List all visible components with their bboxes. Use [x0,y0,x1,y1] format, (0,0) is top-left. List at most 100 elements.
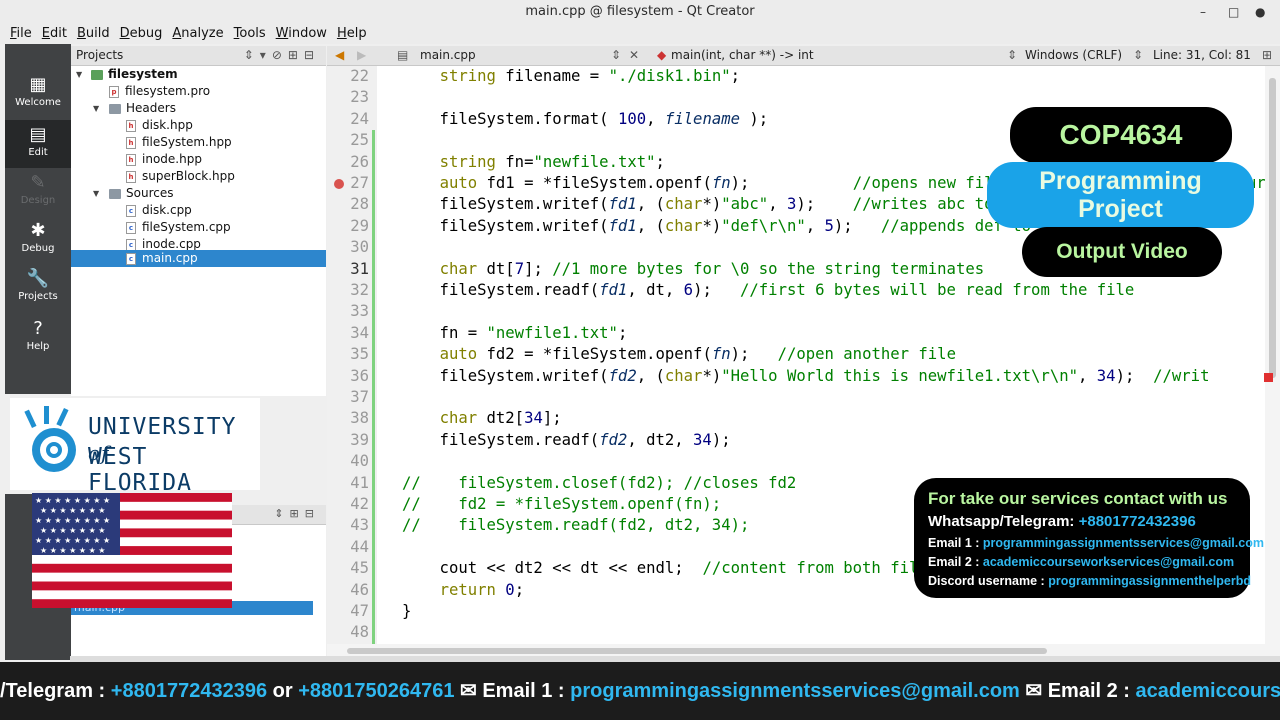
mode-edit[interactable]: ▤ Edit [5,120,71,168]
line-number: 45 [350,559,369,578]
menu-edit[interactable]: Edit [37,24,72,44]
email2-row: Email 2 : academiccourseworkservices@gma… [928,553,1250,572]
code-line[interactable]: 22 string filename = "./disk1.bin"; [327,66,1265,87]
whatsapp-row: Whatsapp/Telegram: +8801772432396 [928,510,1250,534]
code-line[interactable]: 32 fileSystem.readf(fd1, dt, 6); //first… [327,280,1265,301]
minimize-icon[interactable]: – [1200,0,1206,24]
file-name: filesystem.pro [125,84,211,98]
mode-help[interactable]: ? Help [5,314,71,362]
ticker-text: ✉ Email 2 : [1019,680,1136,702]
pane-tools[interactable]: ⇕▾⊘⊞⊟ [244,46,320,65]
breakpoint-icon[interactable] [334,179,344,189]
tree-pro-file[interactable]: p filesystem.pro [71,83,326,100]
menu-analyze[interactable]: Analyze [167,24,228,44]
source-file-icon: c [126,221,136,234]
dropdown-arrow-icon[interactable]: ⇕ [611,46,621,65]
mode-projects[interactable]: 🔧 Projects [5,264,71,312]
menu-help[interactable]: Help [332,24,372,44]
line-number: 29 [350,216,369,235]
mode-label: Design [20,195,56,206]
code-line[interactable]: 34 fn = "newfile1.txt"; [327,323,1265,344]
tree-file[interactable]: c fileSystem.cpp [71,219,326,236]
email1-row: Email 1 : programmingassignmentsservices… [928,534,1264,553]
menu-tools[interactable]: Tools [229,24,271,44]
dropdown-arrow-icon[interactable]: ⇕ [1133,46,1143,65]
tree-sources[interactable]: ▼ Sources [71,185,326,202]
mode-design[interactable]: ✎ Design [5,168,71,216]
university-logo: UNIVERSITY of WEST FLORIDA [10,398,260,496]
discord-row: Discord username : programmingassignment… [928,572,1251,591]
header-file-icon: h [126,153,136,166]
scrollbar-thumb[interactable] [1269,78,1276,378]
code-line[interactable]: 38 char dt2[34]; [327,408,1265,429]
tree-file[interactable]: h superBlock.hpp [71,168,326,185]
scrollbar-thumb[interactable] [347,648,1047,654]
code-line[interactable]: 40 [327,451,1265,472]
ticker-phone: +8801772432396 [110,680,268,702]
qt-creator-window: main.cpp @ filesystem - Qt Creator – □ ●… [0,0,1280,720]
cursor-position[interactable]: Line: 31, Col: 81 [1153,46,1251,65]
title-bar: main.cpp @ filesystem - Qt Creator – □ ● [0,0,1280,24]
line-number: 26 [350,152,369,171]
output-badge: Output Video [1022,227,1222,277]
code-text: cout << dt2 << dt << endl; //content fro… [402,559,938,578]
tree-file[interactable]: h inode.hpp [71,151,326,168]
projects-pane-title: Projects [76,48,124,62]
collapse-arrow-icon[interactable]: ▼ [93,100,99,117]
forward-arrow-icon[interactable]: ▶ [357,46,366,65]
code-line[interactable]: 23 [327,87,1265,108]
file-icon: p [109,85,119,98]
contact-ticker: /Telegram : +8801772432396 or +880175026… [0,662,1280,720]
line-number: 37 [350,388,369,406]
tree-headers[interactable]: ▼ Headers [71,100,326,117]
line-number: 30 [350,238,369,257]
code-text: char dt[7]; //1 more bytes for \0 so the… [439,259,985,278]
code-line[interactable]: 33 [327,301,1265,322]
collapse-arrow-icon[interactable]: ▼ [93,185,99,202]
menu-window[interactable]: Window [271,24,332,44]
code-line[interactable]: 35 auto fd2 = *fileSystem.openf(fn); //o… [327,344,1265,365]
code-line[interactable]: 39 fileSystem.readf(fd2, dt2, 34); [327,430,1265,451]
file-name: disk.hpp [142,118,193,132]
uwf-shell-icon [24,406,76,472]
vertical-scrollbar[interactable] [1265,66,1280,644]
code-line[interactable]: 36 fileSystem.writef(fd2, (char*)"Hello … [327,366,1265,387]
mode-debug[interactable]: ✱ Debug [5,216,71,264]
code-line[interactable]: 48 [327,622,1265,643]
tree-file-selected[interactable]: c main.cpp [71,250,326,267]
ticker-text: /Telegram : [0,680,111,702]
window-title: main.cpp @ filesystem - Qt Creator [525,4,755,19]
mode-label: Debug [21,243,55,254]
split-icon[interactable]: ⊞ [1262,46,1272,65]
pane-tools[interactable]: ⇕⊞⊟ [274,507,320,520]
line-number: 40 [350,452,369,471]
menu-build[interactable]: Build [72,24,115,44]
ticker-email: programmingassignmentsservices@gmail.com [570,680,1020,702]
code-line[interactable]: 37 [327,387,1265,408]
document-selector[interactable]: main.cpp [420,46,476,65]
tree-file[interactable]: c disk.cpp [71,202,326,219]
close-icon[interactable]: ● [1255,0,1265,24]
line-number: 44 [350,537,369,556]
line-number: 48 [350,623,369,642]
tree-file[interactable]: h fileSystem.hpp [71,134,326,151]
close-document-icon[interactable]: ✕ [629,46,639,65]
folder-name: Headers [126,101,176,115]
tree-file[interactable]: h disk.hpp [71,117,326,134]
maximize-icon[interactable]: □ [1228,0,1239,24]
university-name-line2: WEST FLORIDA [88,444,192,496]
menu-debug[interactable]: Debug [115,24,168,44]
collapse-arrow-icon[interactable]: ▼ [76,66,82,83]
code-text: // fileSystem.closef(fd2); //closes fd2 [402,473,797,492]
back-arrow-icon[interactable]: ◀ [335,46,344,65]
dropdown-arrow-icon[interactable]: ⇕ [1007,46,1017,65]
header-file-icon: h [126,136,136,149]
code-line[interactable]: 47} [327,601,1265,622]
tree-project[interactable]: ▼ filesystem [71,66,326,83]
source-file-icon: c [126,252,136,265]
symbol-selector[interactable]: main(int, char **) -> int [671,46,814,65]
line-ending-selector[interactable]: Windows (CRLF) [1025,46,1122,65]
wrench-icon: 🔧 [26,268,50,289]
menu-file[interactable]: File [0,24,37,44]
mode-welcome[interactable]: ▦ Welcome [5,70,71,118]
